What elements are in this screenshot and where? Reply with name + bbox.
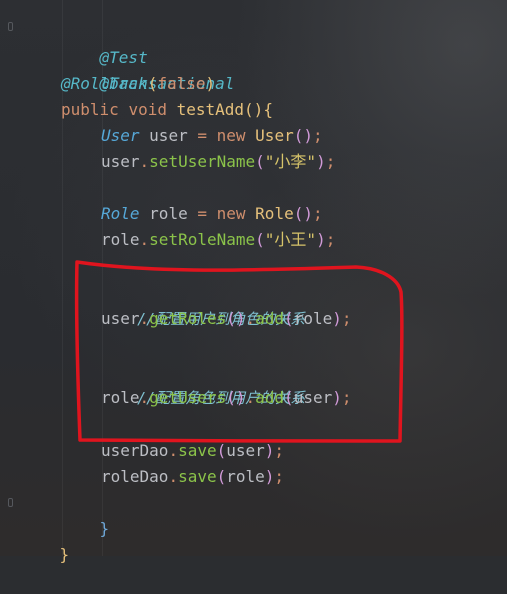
highlight-box <box>74 260 404 443</box>
